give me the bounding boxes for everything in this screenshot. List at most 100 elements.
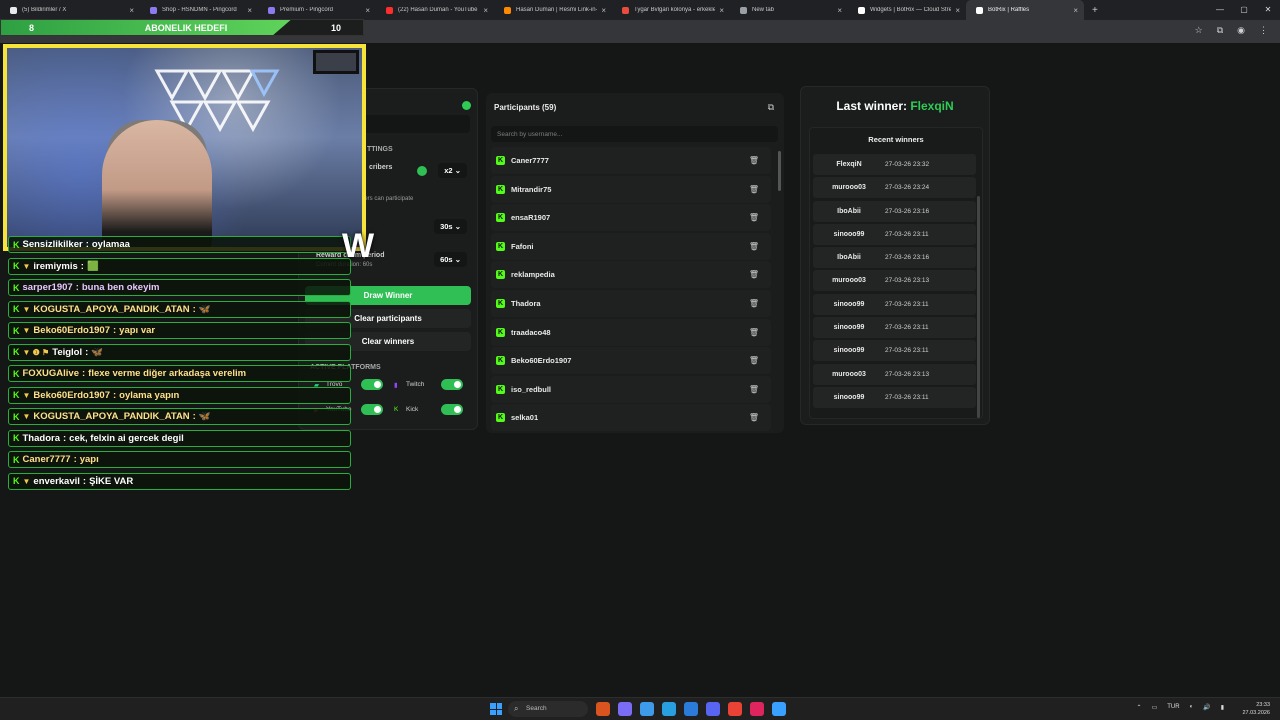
- timer-value: 30s: [440, 222, 453, 231]
- taskbar-app-icon[interactable]: [662, 702, 676, 716]
- winner-name: FlexqiN: [836, 161, 862, 168]
- tab-favicon-icon: [10, 6, 17, 14]
- browser-tab[interactable]: Shop - HSNDMN - Pingcord ×: [140, 0, 258, 20]
- chat-username: FOXUGAlive: [22, 368, 80, 379]
- tray-icon[interactable]: ▮: [1221, 704, 1224, 711]
- participants-panel: Participants (59) ⧉ K Caner7777 🗑 K Mitrandi…: [486, 93, 784, 433]
- subscriber-info-icon[interactable]: [417, 166, 427, 176]
- winner-time: 27-03-26 23:11: [885, 393, 929, 401]
- minimize-button[interactable]: —: [1208, 0, 1232, 20]
- browser-tab[interactable]: BotRix | Raffles ×: [966, 0, 1084, 20]
- platform-toggle[interactable]: [441, 404, 463, 415]
- taskbar-app-icon[interactable]: [596, 702, 610, 716]
- menu-icon[interactable]: ⋮: [1259, 25, 1268, 36]
- taskbar-search[interactable]: ⌕ Search: [508, 701, 588, 717]
- kick-icon: K: [13, 304, 20, 314]
- chat-badge-icon: ▼: [22, 476, 31, 486]
- taskbar-app-icon[interactable]: [772, 702, 786, 716]
- tab-close-icon[interactable]: ×: [483, 6, 488, 15]
- trash-icon[interactable]: 🗑: [749, 185, 759, 194]
- search-icon: ⌕: [514, 704, 519, 713]
- winner-time: 27-03-26 23:16: [885, 254, 930, 262]
- trash-icon[interactable]: 🗑: [749, 356, 759, 365]
- taskbar-clock[interactable]: 23:33 27.03.2026: [1242, 701, 1270, 717]
- timer-select[interactable]: 30s ⌄: [434, 219, 467, 234]
- tab-close-icon[interactable]: ×: [601, 6, 606, 15]
- windows-start-icon[interactable]: [490, 703, 502, 715]
- chat-username: KOGUSTA_APOYA_PANDIK_ATAN: [33, 303, 190, 315]
- chat-text: oylama yapın: [119, 389, 180, 401]
- tray-icon[interactable]: ◐: [1190, 704, 1194, 711]
- platform-toggle[interactable]: [361, 404, 383, 415]
- chat-text: buna ben okeyim: [81, 282, 160, 293]
- taskbar-app-icon[interactable]: [640, 702, 654, 716]
- winner-name: sinooo99: [833, 300, 865, 308]
- trash-icon[interactable]: 🗑: [749, 213, 759, 222]
- participant-search-input[interactable]: [491, 126, 778, 142]
- browser-tab[interactable]: Hasan Duman | Resmi Link-in-B ×: [494, 0, 612, 20]
- browser-tab[interactable]: (22) Hasan Duman - YouTube ×: [376, 0, 494, 20]
- tab-label: Premium - Pingcord: [280, 7, 334, 13]
- taskbar-app-icon[interactable]: [684, 702, 698, 716]
- taskbar-app-icon[interactable]: [728, 702, 742, 716]
- tab-label: (5) Bildirimler / X: [22, 7, 67, 13]
- chat-separator: :: [62, 432, 67, 444]
- maximize-button[interactable]: ▢: [1232, 0, 1256, 20]
- profile-icon[interactable]: ◉: [1237, 25, 1245, 36]
- tab-close-icon[interactable]: ×: [247, 6, 252, 15]
- platform-toggle[interactable]: [441, 379, 463, 390]
- tray-icon[interactable]: ▭: [1152, 704, 1158, 711]
- chat-badge-icon: ▼: [22, 390, 31, 400]
- trash-icon[interactable]: 🗑: [749, 270, 759, 279]
- participant-scrollbar[interactable]: [778, 151, 781, 191]
- chat-badge-icon: ▼ ❶ ⚑: [22, 347, 50, 357]
- tab-label: BotRix | Raffles: [988, 7, 1030, 13]
- trash-icon[interactable]: 🗑: [749, 299, 759, 308]
- participant-name: Caner7777: [511, 156, 549, 165]
- platform-toggle[interactable]: [361, 379, 383, 390]
- browser-tab[interactable]: Widgets | BotRix — Cloud Strea ×: [848, 0, 966, 20]
- tab-close-icon[interactable]: ×: [129, 6, 134, 15]
- trash-icon[interactable]: 🗑: [749, 328, 759, 337]
- tab-close-icon[interactable]: ×: [365, 6, 370, 15]
- new-tab-button[interactable]: +: [1092, 5, 1098, 16]
- trash-icon[interactable]: 🗑: [749, 413, 759, 422]
- chat-separator: :: [192, 303, 196, 315]
- browser-tab[interactable]: New tab ×: [730, 0, 848, 20]
- extensions-icon[interactable]: ⧉: [1217, 25, 1223, 36]
- winner-name: IboAbii: [837, 207, 861, 215]
- reward-period-value: 60s: [440, 255, 453, 264]
- chat-separator: :: [85, 239, 89, 250]
- trash-icon[interactable]: 🗑: [749, 242, 759, 251]
- winner-name: murooo03: [832, 370, 866, 378]
- tab-close-icon[interactable]: ×: [1073, 6, 1078, 15]
- chat-username: Beko60Erdo1907: [33, 389, 110, 401]
- browser-tab[interactable]: (5) Bildirimler / X ×: [0, 0, 140, 20]
- copy-icon[interactable]: ⧉: [768, 102, 774, 113]
- tab-close-icon[interactable]: ×: [719, 6, 724, 15]
- browser-tab[interactable]: Tygar Bvlgari kolonya - erkekler ×: [612, 0, 730, 20]
- taskbar-app-icon[interactable]: [618, 702, 632, 716]
- reward-period-select[interactable]: 60s ⌄: [434, 252, 467, 267]
- info-icon[interactable]: [462, 101, 471, 110]
- tray-icon[interactable]: TUR: [1167, 704, 1179, 711]
- tab-close-icon[interactable]: ×: [837, 6, 842, 15]
- participant-name: ensaR1907: [511, 213, 551, 223]
- tray-icon[interactable]: ⌃: [1137, 704, 1142, 711]
- winners-scrollbar[interactable]: [977, 196, 980, 418]
- bookmark-star-icon[interactable]: ☆: [1195, 25, 1203, 36]
- trash-icon[interactable]: 🗑: [749, 156, 759, 165]
- subscriber-multiplier-select[interactable]: x2 ⌄: [438, 163, 467, 178]
- browser-tab[interactable]: Premium - Pingcord ×: [258, 0, 376, 20]
- taskbar-app-icon[interactable]: [706, 702, 720, 716]
- kick-icon: K: [496, 356, 505, 366]
- winner-row: sinooo99 27-03-26 23:11: [813, 340, 976, 362]
- trash-icon[interactable]: 🗑: [749, 385, 759, 394]
- close-window-button[interactable]: ✕: [1256, 0, 1280, 20]
- taskbar-app-icon[interactable]: [750, 702, 764, 716]
- chevron-down-icon: ⌄: [454, 255, 461, 264]
- tab-close-icon[interactable]: ×: [955, 6, 960, 15]
- tray-icon[interactable]: 🔊: [1203, 704, 1210, 711]
- kick-icon: K: [13, 239, 20, 250]
- taskbar-apps: [596, 702, 786, 716]
